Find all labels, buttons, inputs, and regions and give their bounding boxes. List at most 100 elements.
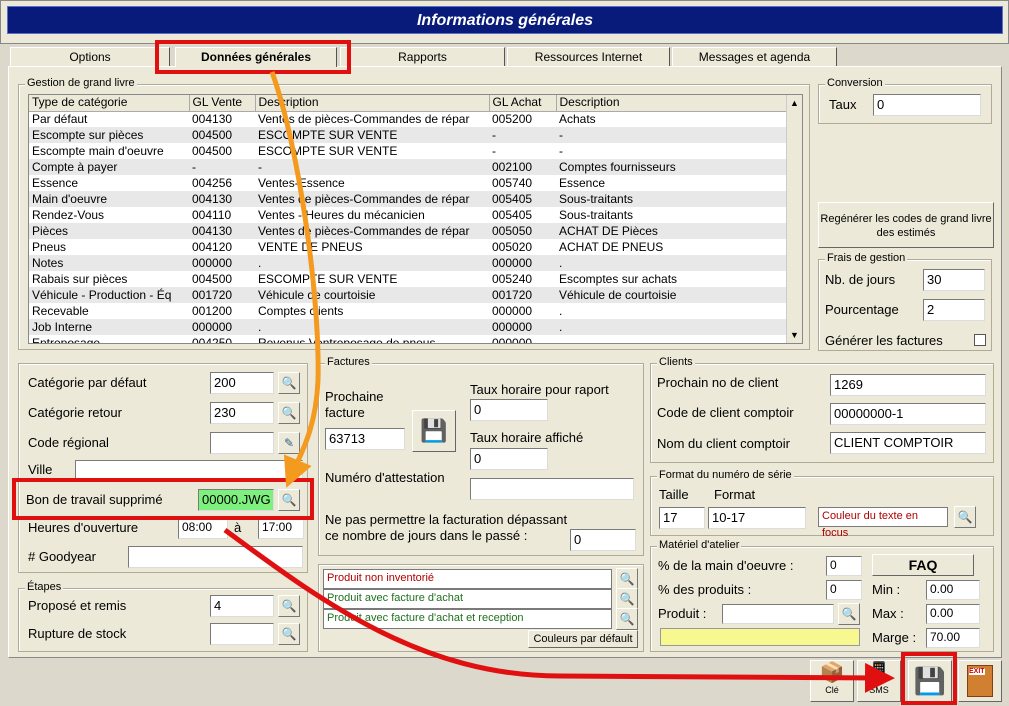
- jours-input[interactable]: 30: [923, 269, 985, 291]
- gl-header-desc1[interactable]: Description: [255, 95, 490, 112]
- table-cell: 000000: [189, 255, 255, 271]
- nom-comptoir-input[interactable]: CLIENT COMPTOIR: [830, 432, 986, 454]
- color-picker-icon[interactable]: 🔍: [616, 588, 638, 610]
- cle-button[interactable]: 📦 Clé: [810, 660, 854, 702]
- table-row[interactable]: Pneus 004120 VENTE DE PNEUS 005020 ACHAT DE …: [29, 239, 789, 255]
- factures-label: Factures: [325, 356, 372, 368]
- lookup-icon[interactable]: 🔍: [278, 372, 300, 394]
- table-cell: Pièces: [29, 223, 189, 239]
- table-cell: .: [255, 255, 489, 271]
- table-row[interactable]: Véhicule - Production - Éq 001720 Véhicule…: [29, 287, 789, 303]
- frais-group: Frais de gestion Nb. de jours 30 Pourcen…: [818, 252, 992, 351]
- jours-passe-input[interactable]: 0: [570, 529, 636, 551]
- gl-header-type[interactable]: Type de catégorie: [29, 95, 190, 112]
- color-picker-icon[interactable]: 🔍: [616, 568, 638, 590]
- table-row[interactable]: Compte à payer - -002100 Comptes fournisseu…: [29, 159, 789, 175]
- table-cell: Achats: [559, 111, 596, 126]
- taux-affiche-input[interactable]: 0: [470, 448, 548, 470]
- tab-messages-agenda[interactable]: Messages et agenda: [672, 47, 837, 67]
- color-facture-reception[interactable]: Produit avec facture d'achat et receptio…: [323, 609, 612, 629]
- scroll-down-icon[interactable]: ▼: [787, 327, 802, 343]
- table-cell: ESCOMPTE SUR VENTE: [258, 143, 398, 158]
- prod-input[interactable]: 0: [826, 580, 862, 600]
- gl-scrollbar[interactable]: ▲ ▼: [786, 95, 802, 343]
- propose-input[interactable]: 4: [210, 595, 274, 617]
- table-cell: .: [255, 319, 489, 335]
- taux-rapport-input[interactable]: 0: [470, 399, 548, 421]
- table-row[interactable]: Job Interne 000000. 000000.: [29, 319, 789, 335]
- gl-header-desc2[interactable]: Description: [556, 95, 790, 112]
- default-colors-button[interactable]: Couleurs par défault: [528, 630, 638, 648]
- table-row[interactable]: Main d'oeuvre 004130 Ventes de pièces-Comm…: [29, 191, 789, 207]
- taille-input[interactable]: 17: [659, 507, 705, 529]
- table-row[interactable]: Rendez-Vous 004110 Ventes - Heures du méca…: [29, 207, 789, 223]
- format-input[interactable]: 10-17: [708, 507, 806, 529]
- generer-checkbox[interactable]: [974, 334, 986, 346]
- table-row[interactable]: Rabais sur pièces 004500 ESCOMPTE SUR VENT…: [29, 271, 789, 287]
- cat-retour-input[interactable]: 230: [210, 402, 274, 424]
- lookup-icon[interactable]: 🔍: [278, 402, 300, 424]
- lookup-icon[interactable]: 🔍: [278, 595, 300, 617]
- table-cell: Escompte main d'oeuvre: [32, 143, 164, 158]
- color-non-inventorie[interactable]: Produit non inventorié: [323, 569, 612, 589]
- table-cell: Recevable: [32, 303, 89, 318]
- next-client-input[interactable]: 1269: [830, 374, 986, 396]
- table-row[interactable]: Entreposage 004250 Revenus Ventreposage de…: [29, 335, 789, 344]
- code-regional-input[interactable]: [210, 432, 274, 454]
- faq-button[interactable]: FAQ: [872, 554, 974, 576]
- max-input[interactable]: 0.00: [926, 604, 980, 624]
- table-cell: -: [556, 127, 789, 143]
- table-row[interactable]: Recevable 001200 Comptes clients 000000.: [29, 303, 789, 319]
- color-facture-achat[interactable]: Produit avec facture d'achat: [323, 589, 612, 609]
- exit-button[interactable]: EXIT: [958, 660, 1002, 702]
- regen-gl-button[interactable]: Regénérer les codes de grand livre des e…: [818, 202, 994, 248]
- min-input[interactable]: 0.00: [926, 580, 980, 600]
- next-client-label: Prochain no de client: [657, 375, 779, 390]
- table-cell: Escompte sur pièces: [29, 127, 189, 143]
- focus-color-box[interactable]: Couleur du texte en focus: [818, 507, 948, 539]
- tab-donnees-generales[interactable]: Données générales: [175, 47, 337, 67]
- taux-input[interactable]: 0: [873, 94, 981, 116]
- code-comptoir-input[interactable]: 00000000-1: [830, 403, 986, 425]
- gl-header-achat[interactable]: GL Achat: [489, 95, 557, 112]
- table-row[interactable]: Pièces 004130 Ventes de pièces-Commandes d…: [29, 223, 789, 239]
- heure-debut-input[interactable]: 08:00: [178, 517, 228, 539]
- table-cell: Sous-traitants: [556, 191, 789, 207]
- box-icon: 📦: [819, 662, 845, 684]
- table-row[interactable]: Escompte main d'oeuvre 004500 ESCOMPTE SUR…: [29, 143, 789, 159]
- save-facture-icon[interactable]: 💾: [412, 410, 456, 452]
- table-row[interactable]: Par défaut 004130 Ventes de pièces-Command…: [29, 111, 789, 127]
- color-picker-icon[interactable]: 🔍: [954, 506, 976, 528]
- cat-defaut-label: Catégorie par défaut: [28, 375, 147, 390]
- edit-icon[interactable]: ✎: [278, 432, 300, 454]
- table-row[interactable]: Essence 004256 Ventes-Essence 005740 Essence: [29, 175, 789, 191]
- scroll-up-icon[interactable]: ▲: [787, 95, 802, 111]
- pourcentage-input[interactable]: 2: [923, 299, 985, 321]
- produit-input[interactable]: [722, 604, 834, 624]
- goodyear-input[interactable]: [128, 546, 303, 568]
- tab-ressources-internet[interactable]: Ressources Internet: [507, 47, 670, 67]
- sms-button[interactable]: 📱 SMS: [857, 660, 901, 702]
- table-cell: 004500: [189, 127, 255, 143]
- lookup-icon[interactable]: 🔍: [278, 623, 300, 645]
- table-cell: .: [559, 303, 563, 318]
- table-row[interactable]: Notes 000000. 000000.: [29, 255, 789, 271]
- tab-rapports[interactable]: Rapports: [340, 47, 505, 67]
- gl-header-vente[interactable]: GL Vente: [189, 95, 256, 112]
- table-cell: .: [556, 255, 789, 271]
- lookup-icon[interactable]: 🔍: [838, 603, 860, 625]
- mo-input[interactable]: 0: [826, 556, 862, 576]
- color-picker-icon[interactable]: 🔍: [616, 608, 638, 630]
- rupture-input[interactable]: [210, 623, 274, 645]
- table-row[interactable]: Escompte sur pièces 004500 ESCOMPTE SUR VE…: [29, 127, 789, 143]
- table-cell: Entreposage: [32, 335, 101, 344]
- window-title: Informations générales: [7, 6, 1003, 34]
- prochaine-facture-input[interactable]: 63713: [325, 428, 405, 450]
- cat-defaut-input[interactable]: 200: [210, 372, 274, 394]
- clients-label: Clients: [657, 356, 695, 368]
- marge-input[interactable]: 70.00: [926, 628, 980, 648]
- attestation-input[interactable]: [470, 478, 634, 500]
- table-cell: .: [556, 319, 789, 335]
- heure-fin-input[interactable]: 17:00: [258, 517, 304, 539]
- tab-options[interactable]: Options: [10, 47, 170, 67]
